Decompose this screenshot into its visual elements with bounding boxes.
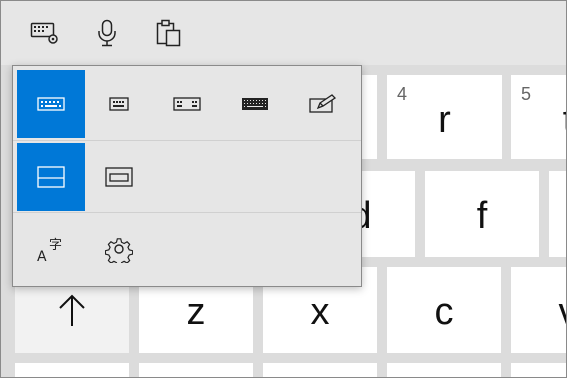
- pen-icon: [309, 94, 337, 114]
- key-letter: c: [434, 291, 454, 333]
- language-icon: A 字: [37, 235, 65, 263]
- split-keyboard-button[interactable]: [153, 70, 221, 138]
- key-r[interactable]: 4 r: [387, 75, 502, 159]
- split-keyboard-icon: [173, 97, 201, 111]
- key-letter: f: [476, 195, 488, 237]
- arrow-up-icon: [57, 293, 87, 329]
- keyboard-toolbar: [1, 1, 566, 65]
- key-bottom-row[interactable]: [263, 363, 377, 377]
- clipboard-button[interactable]: [151, 15, 187, 51]
- voice-typing-button[interactable]: [89, 15, 125, 51]
- key-letter: x: [310, 291, 330, 333]
- full-keyboard-button[interactable]: [221, 70, 289, 138]
- key-letter: r: [438, 99, 451, 141]
- undocked-icon: [105, 167, 133, 187]
- docked-button[interactable]: [17, 143, 85, 211]
- default-keyboard-button[interactable]: [17, 70, 85, 138]
- small-keyboard-icon: [109, 97, 129, 111]
- key-g[interactable]: [549, 171, 566, 257]
- key-bottom-row[interactable]: [387, 363, 501, 377]
- key-f[interactable]: f: [425, 171, 539, 257]
- key-c[interactable]: c: [387, 267, 501, 353]
- svg-text:字: 字: [49, 238, 62, 253]
- keyboard-layout-menu: A 字: [12, 65, 362, 287]
- keyboard-settings-icon: [30, 21, 60, 45]
- handwriting-button[interactable]: [289, 70, 357, 138]
- key-letter: t: [511, 101, 566, 139]
- touch-keyboard: 4 r 5 t d f z x c v: [0, 0, 567, 378]
- full-keyboard-icon: [241, 97, 269, 111]
- undocked-button[interactable]: [85, 143, 153, 211]
- gear-icon: [105, 235, 133, 263]
- keyboard-settings-button[interactable]: [27, 15, 63, 51]
- microphone-icon: [96, 19, 118, 47]
- key-bottom-row[interactable]: [139, 363, 253, 377]
- language-button[interactable]: A 字: [17, 215, 85, 283]
- clipboard-icon: [155, 18, 183, 48]
- default-keyboard-icon: [37, 96, 65, 112]
- settings-button[interactable]: [85, 215, 153, 283]
- key-bottom-row[interactable]: [15, 363, 129, 377]
- key-bottom-row[interactable]: [511, 363, 566, 377]
- key-letter: v: [511, 293, 567, 331]
- dock-row: [13, 140, 361, 211]
- docked-icon: [37, 166, 65, 188]
- layout-row: [13, 68, 361, 138]
- key-v[interactable]: v: [511, 267, 567, 353]
- svg-text:A: A: [37, 249, 47, 263]
- options-row: A 字: [13, 212, 361, 283]
- key-letter: z: [186, 291, 206, 333]
- small-keyboard-button[interactable]: [85, 70, 153, 138]
- key-t[interactable]: 5 t: [511, 75, 566, 159]
